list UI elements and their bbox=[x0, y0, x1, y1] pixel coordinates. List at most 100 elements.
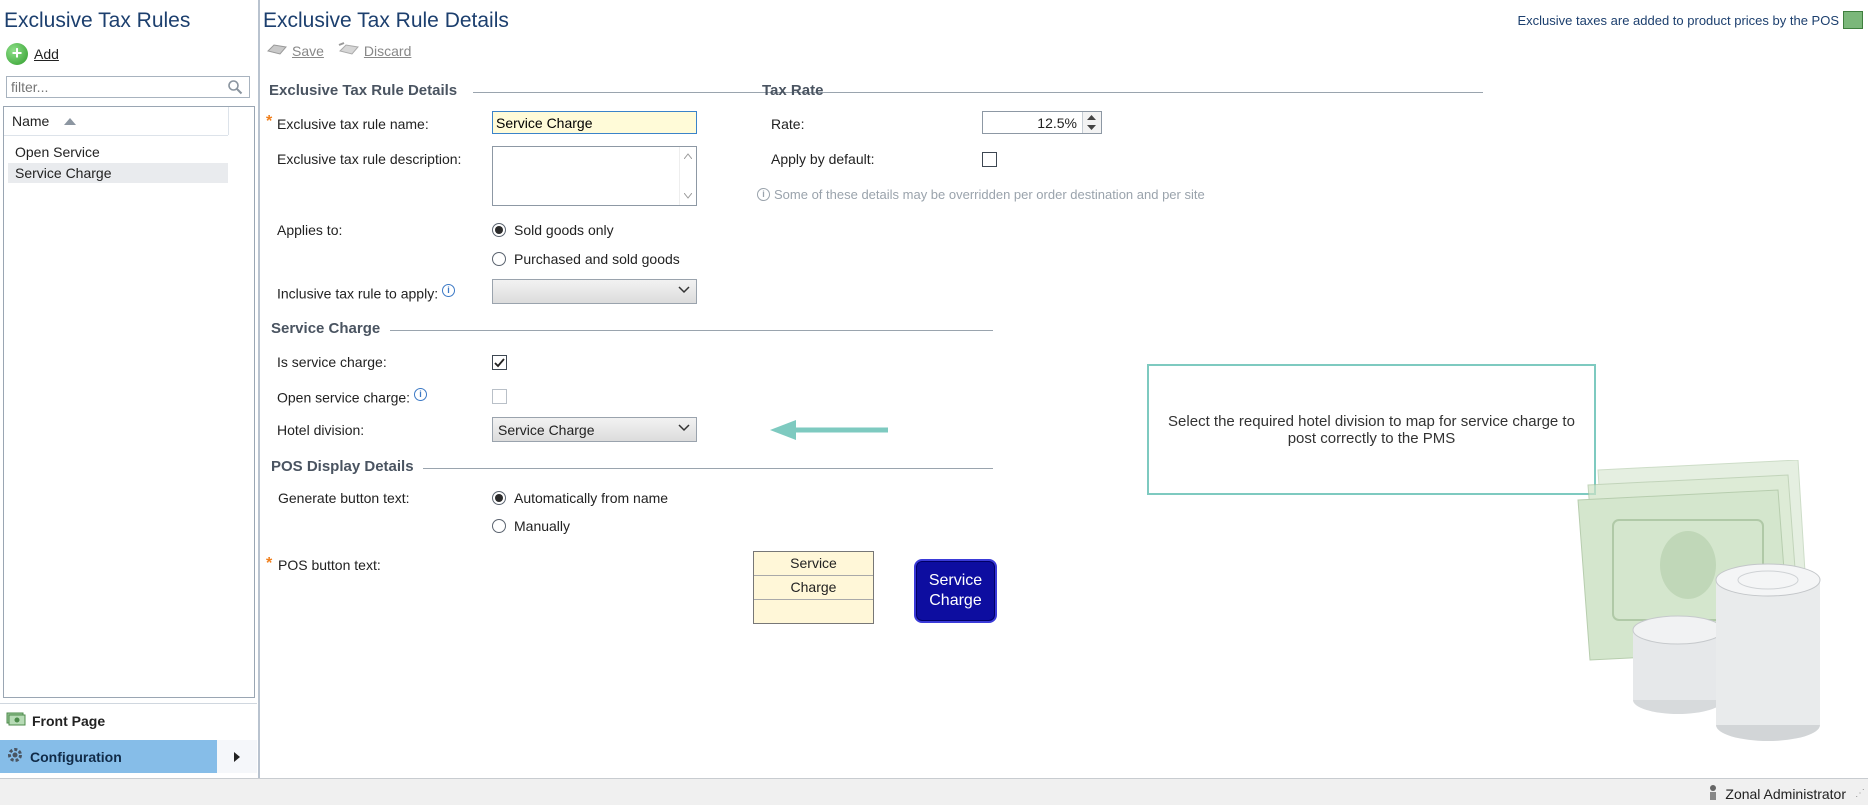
tax-rate-note: i Some of these details may be overridde… bbox=[757, 187, 1205, 202]
check-icon bbox=[494, 357, 505, 367]
main-panel: Exclusive Tax Rule Details Exclusive tax… bbox=[259, 0, 1868, 778]
required-indicator: * bbox=[266, 555, 273, 572]
apply-by-default-checkbox[interactable] bbox=[982, 152, 997, 167]
rate-value: 12.5% bbox=[1037, 115, 1077, 131]
pos-text-line[interactable]: Service bbox=[754, 552, 873, 576]
service-charge-section-title: Service Charge bbox=[271, 320, 381, 337]
pos-display-section-title: POS Display Details bbox=[271, 458, 414, 475]
rule-name-input[interactable] bbox=[492, 111, 697, 134]
preview-line: Charge bbox=[929, 592, 982, 609]
pos-button-text-label: POS button text: bbox=[278, 557, 381, 573]
list-item[interactable]: Open Service bbox=[8, 142, 228, 162]
save-icon bbox=[266, 41, 288, 60]
tax-rate-section-title: Tax Rate bbox=[762, 82, 824, 99]
details-section-title: Exclusive Tax Rule Details bbox=[269, 82, 458, 99]
open-service-charge-checkbox[interactable] bbox=[492, 389, 507, 404]
user-icon bbox=[1707, 784, 1719, 803]
inclusive-rule-label: Inclusive tax rule to apply: i bbox=[277, 284, 455, 302]
chevron-down-icon bbox=[678, 286, 690, 294]
applies-radio-purchased-sold[interactable]: Purchased and sold goods bbox=[492, 251, 680, 267]
discard-label: Discard bbox=[363, 42, 412, 59]
discard-button[interactable]: Discard bbox=[338, 41, 411, 60]
status-bar: Zonal Administrator ⋰ bbox=[0, 778, 1868, 805]
nav-configuration-label: Configuration bbox=[30, 748, 122, 765]
radio-unselected[interactable] bbox=[492, 519, 506, 533]
radio-label: Automatically from name bbox=[514, 490, 669, 506]
preview-line: Service bbox=[928, 572, 983, 589]
nav-front-page[interactable]: Front Page bbox=[0, 703, 257, 737]
pos-button-text-grid[interactable]: Service Charge bbox=[753, 551, 874, 624]
apply-by-default-label: Apply by default: bbox=[771, 151, 875, 167]
spin-down-icon[interactable] bbox=[1087, 125, 1096, 130]
toolbar: Save Discard bbox=[266, 41, 411, 60]
inclusive-rule-label-text: Inclusive tax rule to apply: bbox=[277, 285, 439, 302]
tax-rate-note-text: Some of these details may be overridden … bbox=[774, 187, 1205, 202]
pos-button-preview: Service Charge bbox=[914, 559, 997, 623]
add-button[interactable]: + Add bbox=[6, 42, 59, 66]
generate-radio-auto[interactable]: Automatically from name bbox=[492, 490, 668, 506]
textarea-scrollbar[interactable] bbox=[679, 147, 696, 205]
open-service-charge-label: Open service charge: bbox=[277, 389, 411, 406]
rule-name-label: Exclusive tax rule name: bbox=[277, 116, 429, 132]
status-user-name: Zonal Administrator bbox=[1725, 785, 1846, 802]
spinner-buttons[interactable] bbox=[1082, 112, 1101, 133]
hotel-division-label: Hotel division: bbox=[277, 422, 365, 438]
rate-spinner[interactable]: 12.5% bbox=[982, 111, 1102, 134]
radio-selected[interactable] bbox=[492, 491, 506, 505]
info-icon[interactable]: i bbox=[441, 284, 455, 297]
left-panel-title: Exclusive Tax Rules bbox=[4, 9, 191, 32]
rule-description-label: Exclusive tax rule description: bbox=[277, 151, 462, 167]
callout-arrow-icon bbox=[770, 420, 888, 440]
list-item[interactable]: Service Charge bbox=[8, 163, 228, 183]
is-service-charge-label: Is service charge: bbox=[277, 354, 387, 370]
nav-front-page-label: Front Page bbox=[32, 712, 106, 729]
discard-icon bbox=[338, 41, 360, 60]
spin-up-icon[interactable] bbox=[1087, 115, 1096, 120]
rules-list: Name Open Service Service Charge bbox=[3, 106, 255, 698]
status-user: Zonal Administrator bbox=[1707, 784, 1846, 803]
search-icon[interactable] bbox=[227, 79, 243, 98]
chevron-down-icon bbox=[678, 424, 690, 432]
money-icon bbox=[6, 711, 26, 730]
left-panel: Exclusive Tax Rules + Add Name Open Serv… bbox=[0, 0, 259, 778]
nav-configuration[interactable]: Configuration bbox=[0, 740, 257, 773]
header-note: Exclusive taxes are added to product pri… bbox=[1517, 13, 1839, 28]
rate-label: Rate: bbox=[771, 116, 805, 132]
open-service-charge-label-wrap: Open service charge: i bbox=[277, 388, 427, 406]
save-label: Save bbox=[292, 42, 324, 59]
info-icon[interactable]: i bbox=[413, 388, 427, 401]
info-icon: i bbox=[757, 188, 770, 201]
money-icon bbox=[1843, 11, 1863, 29]
radio-label: Manually bbox=[514, 518, 571, 534]
pos-text-line[interactable]: Charge bbox=[754, 576, 873, 600]
hotel-division-value: Service Charge bbox=[498, 421, 595, 438]
section-divider bbox=[835, 92, 1483, 93]
money-illustration-icon bbox=[1577, 460, 1821, 741]
column-header-name[interactable]: Name bbox=[4, 107, 228, 136]
column-header-label: Name bbox=[12, 113, 50, 129]
section-divider bbox=[390, 330, 993, 331]
generate-radio-manual[interactable]: Manually bbox=[492, 518, 570, 534]
radio-unselected[interactable] bbox=[492, 252, 506, 266]
resize-grip-icon[interactable]: ⋰ bbox=[1855, 788, 1865, 799]
pos-text-line[interactable] bbox=[754, 600, 873, 623]
radio-label: Sold goods only bbox=[514, 222, 614, 238]
gear-icon bbox=[6, 746, 24, 767]
is-service-charge-checkbox[interactable] bbox=[492, 355, 507, 370]
applies-radio-sold[interactable]: Sold goods only bbox=[492, 222, 614, 238]
hotel-division-dropdown[interactable]: Service Charge bbox=[492, 417, 697, 442]
page-title: Exclusive Tax Rule Details bbox=[263, 9, 509, 32]
applies-to-label: Applies to: bbox=[277, 222, 343, 238]
sort-ascending-icon bbox=[64, 118, 76, 125]
radio-label: Purchased and sold goods bbox=[514, 251, 680, 267]
required-indicator: * bbox=[266, 113, 273, 130]
save-button[interactable]: Save bbox=[266, 41, 324, 60]
radio-selected[interactable] bbox=[492, 223, 506, 237]
filter-input[interactable] bbox=[7, 77, 225, 97]
filter-box bbox=[6, 76, 250, 98]
rule-description-textarea[interactable] bbox=[492, 146, 697, 206]
column-divider bbox=[228, 107, 229, 135]
expand-arrow-icon[interactable] bbox=[217, 740, 257, 773]
inclusive-rule-dropdown[interactable] bbox=[492, 279, 697, 304]
callout-note: Select the required hotel division to ma… bbox=[1147, 364, 1596, 495]
